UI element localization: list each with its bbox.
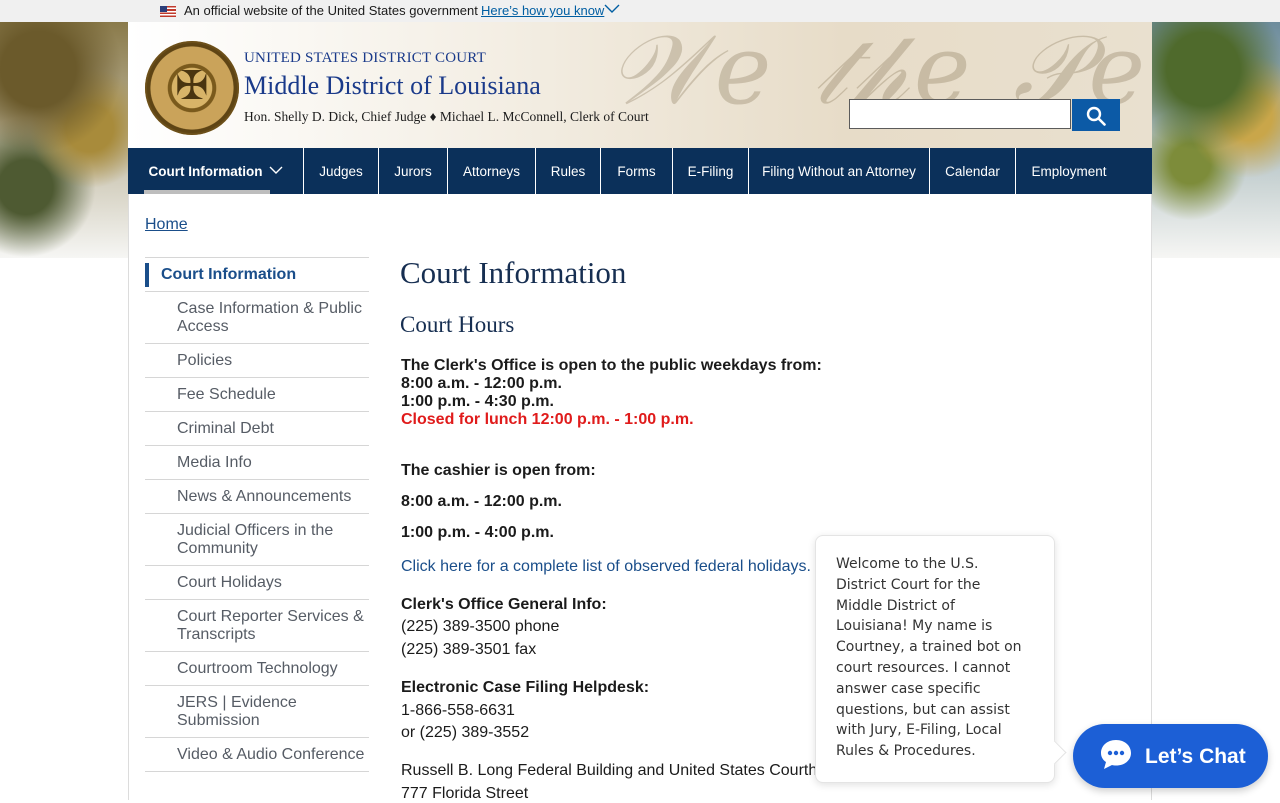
official-gov-banner: An official website of the United States… [0,0,1280,22]
helpdesk-phone-tollfree: 1-866-558-6631 [401,702,515,719]
court-name-heading[interactable]: Middle District of Louisiana [244,71,541,101]
chevron-down-icon [269,164,283,178]
sidebar-item-court-reporter[interactable]: Court Reporter Services & Transcripts [145,600,369,652]
nav-filing-without-attorney[interactable]: Filing Without an Attorney [749,148,930,194]
site-header: 𝒲𝑒 𝓉𝒽𝑒 𝒫𝑒𝑜𝓅𝓁𝑒 ✠ UNITED STATES DISTRICT C… [128,22,1152,148]
address-street: 777 Florida Street [401,785,529,802]
lets-chat-button[interactable]: Let’s Chat [1073,724,1268,788]
clerk-hours-afternoon: 1:00 p.m. - 4:30 p.m. [401,393,554,410]
nav-label: Rules [550,163,586,179]
nav-label: Judges [319,163,363,179]
court-hours-heading: Court Hours [400,312,515,337]
sidebar-item-courtroom-technology[interactable]: Courtroom Technology [145,652,369,686]
nav-label: Jurors [394,163,432,179]
helpdesk-phone-local: or (225) 389-3552 [401,724,530,741]
page-title: Court Information [400,255,627,290]
chat-line: Louisiana! My name is [836,618,993,635]
sidebar-item-news[interactable]: News & Announcements [145,480,369,514]
chat-line: with Jury, E-Filing, Local [836,722,1002,739]
clerk-info-heading: Clerk's Office General Info: [401,596,607,613]
sidebar-navigation: Court Information Case Information & Pub… [145,257,369,772]
nav-label: Filing Without an Attorney [762,163,916,179]
nav-forms[interactable]: Forms [601,148,673,194]
nav-e-filing[interactable]: E-Filing [673,148,749,194]
chat-line: questions, but can assist [836,701,1010,718]
sidebar-item-criminal-debt[interactable]: Criminal Debt [145,412,369,446]
court-seal-logo[interactable]: ✠ [145,41,239,135]
chatbot-welcome-bubble[interactable]: Welcome to the U.S. District Court for t… [815,535,1055,783]
court-officers-line: Hon. Shelly D. Dick, Chief Judge ♦ Micha… [244,109,649,124]
chevron-down-icon[interactable] [604,2,620,17]
sidebar-item-judicial-officers[interactable]: Judicial Officers in the Community [145,514,369,566]
eagle-icon: ✠ [175,63,209,109]
sidebar-item-jers[interactable]: JERS | Evidence Submission [145,686,369,738]
us-flag-icon [160,6,176,17]
address-building: Russell B. Long Federal Building and Uni… [401,762,818,779]
sidebar-item-policies[interactable]: Policies [145,344,369,378]
breadcrumb-home-link[interactable]: Home [145,216,188,234]
nav-rules[interactable]: Rules [536,148,601,194]
nav-jurors[interactable]: Jurors [379,148,448,194]
how-you-know-link[interactable]: Here’s how you know [481,3,604,18]
nav-label: E-Filing [687,163,734,179]
search-input[interactable] [849,99,1071,129]
chat-line: answer case specific [836,680,981,697]
chat-line: court resources. I cannot [836,659,1011,676]
search-icon [1086,106,1106,126]
sidebar-item-video-audio[interactable]: Video & Audio Conference [145,738,369,772]
cashier-hours-afternoon: 1:00 p.m. - 4:00 p.m. [401,524,554,541]
chat-bubble-icon [1101,740,1131,769]
main-navigation: Court Information Judges Jurors Attorney… [128,148,1152,194]
sidebar-item-case-information[interactable]: Case Information & Public Access [145,292,369,344]
nav-label: Calendar [945,163,1000,179]
nav-label: Employment [1031,163,1107,179]
chat-line: Courtney, a trained bot on [836,639,1022,656]
cashier-hours-morning: 8:00 a.m. - 12:00 p.m. [401,493,562,510]
chat-line: Middle District of [836,597,955,614]
clerk-fax: (225) 389-3501 fax [401,641,537,658]
federal-holidays-link[interactable]: Click here for a complete list of observ… [401,558,811,576]
official-site-text: An official website of the United States… [184,3,478,18]
nav-label: Attorneys [462,163,521,179]
nav-employment[interactable]: Employment [1016,148,1122,194]
sidebar-item-media-info[interactable]: Media Info [145,446,369,480]
court-type-heading: UNITED STATES DISTRICT COURT [244,50,486,66]
background-trees-left [0,22,128,258]
sidebar-item-court-information[interactable]: Court Information [145,257,369,292]
chat-line: Welcome to the U.S. [836,556,979,572]
chat-line: District Court for the [836,576,981,593]
nav-calendar[interactable]: Calendar [930,148,1016,194]
clerk-hours-morning: 8:00 a.m. - 12:00 p.m. [401,375,562,392]
nav-court-information[interactable]: Court Information [128,148,304,194]
cashier-open-text: The cashier is open from: [401,462,596,479]
nav-label: Forms [617,163,656,179]
lunch-closed-text: Closed for lunch 12:00 p.m. - 1:00 p.m. [401,411,694,428]
nav-attorneys[interactable]: Attorneys [448,148,536,194]
lets-chat-label: Let’s Chat [1145,745,1246,768]
background-trees-right [1152,22,1280,258]
nav-judges[interactable]: Judges [304,148,379,194]
chat-line: Rules & Procedures. [836,743,976,760]
nav-label: Court Information [148,163,263,179]
sidebar-item-court-holidays[interactable]: Court Holidays [145,566,369,600]
clerk-phone: (225) 389-3500 phone [401,618,560,635]
helpdesk-heading: Electronic Case Filing Helpdesk: [401,679,650,696]
sidebar-item-fee-schedule[interactable]: Fee Schedule [145,378,369,412]
search-button[interactable] [1072,99,1120,131]
clerk-open-text: The Clerk's Office is open to the public… [401,357,822,374]
